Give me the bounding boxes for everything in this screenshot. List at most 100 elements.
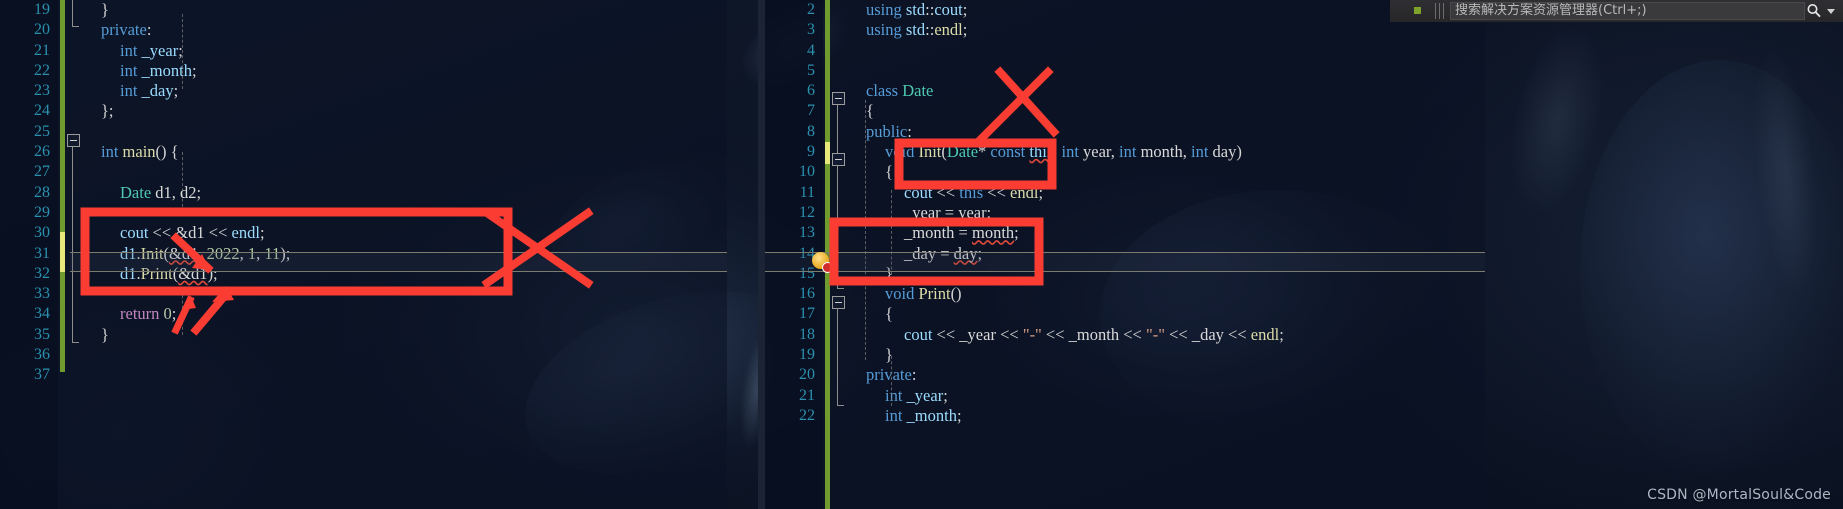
- code-line[interactable]: [82, 122, 727, 142]
- code-line[interactable]: Date d1, d2;: [82, 183, 727, 203]
- outline-line: [837, 105, 838, 153]
- line-number: 6: [807, 82, 815, 100]
- code-token: _year: [959, 324, 996, 344]
- code-line[interactable]: private:: [847, 365, 1485, 385]
- code-line[interactable]: class Date: [847, 81, 1485, 101]
- code-line[interactable]: [82, 162, 727, 182]
- code-line[interactable]: };: [82, 101, 727, 121]
- code-token: endl: [231, 223, 260, 243]
- gutter-left[interactable]: 19 20 21 22 23 24 25 26 27 28 29 30 31 32 33 34 35 36 37: [0, 0, 58, 509]
- code-token: <<: [1041, 324, 1069, 344]
- code-token: }: [885, 263, 893, 283]
- code-text-left[interactable]: } private: int _year; int _month; int _day;}…: [82, 0, 727, 386]
- collapse-toggle-icon[interactable]: [832, 92, 845, 105]
- code-line[interactable]: int _year;: [847, 386, 1485, 406]
- code-token: const: [990, 142, 1026, 162]
- wallpaper-wisp: [1741, 37, 1829, 303]
- line-number: 9: [807, 143, 815, 161]
- code-line[interactable]: _month = month;: [847, 223, 1485, 243]
- outline-glyph-column-left[interactable]: [66, 0, 82, 509]
- code-token: Init: [918, 142, 942, 162]
- code-token: ): [1236, 142, 1242, 162]
- outline-line: [72, 147, 73, 342]
- code-token: using: [866, 0, 902, 19]
- line-number: 13: [799, 224, 815, 242]
- code-line[interactable]: void Print(): [847, 284, 1485, 304]
- code-token: Print: [140, 263, 173, 283]
- code-token: int: [1119, 142, 1137, 162]
- code-token: <<: [1223, 324, 1251, 344]
- code-line[interactable]: [82, 365, 727, 385]
- wallpaper-blob: [1580, 60, 1843, 480]
- code-token: &d1: [169, 243, 199, 263]
- code-token: using: [866, 20, 902, 40]
- code-token: day: [1212, 142, 1237, 162]
- code-token: _day: [1191, 324, 1224, 344]
- code-token: int: [1061, 142, 1079, 162]
- code-token: 11: [264, 243, 281, 263]
- magnifier-icon[interactable]: [1806, 3, 1822, 19]
- collapse-toggle-icon[interactable]: [67, 134, 80, 147]
- code-line[interactable]: cout << &d1 << endl;: [82, 223, 727, 243]
- code-token: _month: [906, 405, 957, 425]
- code-token: <<: [148, 223, 176, 243]
- line-number: 23: [34, 82, 50, 100]
- code-line[interactable]: _year = year;: [847, 203, 1485, 223]
- outline-end-cap: [72, 342, 79, 343]
- code-line[interactable]: {: [847, 304, 1485, 324]
- code-line[interactable]: public:: [847, 122, 1485, 142]
- outline-glyph-column-right[interactable]: [831, 0, 847, 509]
- code-text-right[interactable]: using std::cout; using std::endl; class Da…: [847, 0, 1485, 426]
- code-line[interactable]: {: [847, 101, 1485, 121]
- outline-end-cap: [72, 26, 79, 27]
- code-line[interactable]: int _day;: [82, 81, 727, 101]
- code-editor-right[interactable]: 2 3 4 5 6 7 8 9 10 11 12 13 14 15 16 17 18 19 20 21 22 using…: [765, 0, 1485, 509]
- code-token: return: [120, 304, 160, 324]
- code-token: int: [1190, 142, 1209, 162]
- outline-line: [837, 166, 838, 288]
- code-line[interactable]: int _month;: [847, 406, 1485, 426]
- code-token: 1: [247, 243, 257, 263]
- code-token: year: [958, 202, 987, 222]
- code-token: ;: [977, 243, 983, 263]
- outline-line: [72, 0, 73, 26]
- code-token: d2: [180, 182, 197, 202]
- collapse-toggle-icon[interactable]: [832, 296, 845, 309]
- code-token: ;: [956, 405, 962, 425]
- code-line[interactable]: int main() {: [82, 142, 727, 162]
- code-line[interactable]: return 0;: [82, 304, 727, 324]
- code-line[interactable]: }: [847, 345, 1485, 365]
- code-token: ,: [171, 182, 181, 202]
- code-line[interactable]: {: [847, 162, 1485, 182]
- code-line[interactable]: d1.Print(&d1);: [82, 264, 727, 284]
- code-line[interactable]: }: [82, 0, 727, 20]
- code-line[interactable]: void Init(Date* const this, int year, in…: [847, 142, 1485, 162]
- code-line[interactable]: d1.Init(&d1, 2022, 1, 11);: [82, 244, 727, 264]
- code-line[interactable]: private:: [82, 20, 727, 40]
- code-token: month: [1140, 142, 1183, 162]
- code-token: ::: [925, 20, 935, 40]
- editor-splitter[interactable]: [758, 0, 765, 509]
- code-line[interactable]: int _year;: [82, 41, 727, 61]
- code-line[interactable]: cout << _year << "-" << _month << "-" <<…: [847, 325, 1485, 345]
- code-line[interactable]: [847, 61, 1485, 81]
- code-line[interactable]: [82, 284, 727, 304]
- chevron-down-icon[interactable]: [1827, 9, 1835, 14]
- code-line[interactable]: cout << this << endl;: [847, 183, 1485, 203]
- code-line[interactable]: using std::endl;: [847, 20, 1485, 40]
- solution-explorer-search-input[interactable]: 搜索解决方案资源管理器(Ctrl+;): [1450, 2, 1805, 20]
- line-number: 34: [34, 305, 50, 323]
- code-line[interactable]: int _month;: [82, 61, 727, 81]
- code-line[interactable]: [82, 345, 727, 365]
- code-line[interactable]: }: [82, 325, 727, 345]
- code-editor-left[interactable]: 19 20 21 22 23 24 25 26 27 28 29 30 31 32 33 34 35 36 37 }…: [0, 0, 727, 509]
- line-number: 36: [34, 346, 50, 364]
- code-line[interactable]: [847, 41, 1485, 61]
- code-line[interactable]: [82, 203, 727, 223]
- code-line[interactable]: }: [847, 264, 1485, 284]
- toolbar-grip-icon[interactable]: [1435, 3, 1444, 19]
- quick-actions-bulb-icon[interactable]: ✕: [812, 252, 833, 273]
- code-line[interactable]: _day = day;: [847, 244, 1485, 264]
- collapse-toggle-icon[interactable]: [832, 153, 845, 166]
- code-token: _month: [1068, 324, 1120, 344]
